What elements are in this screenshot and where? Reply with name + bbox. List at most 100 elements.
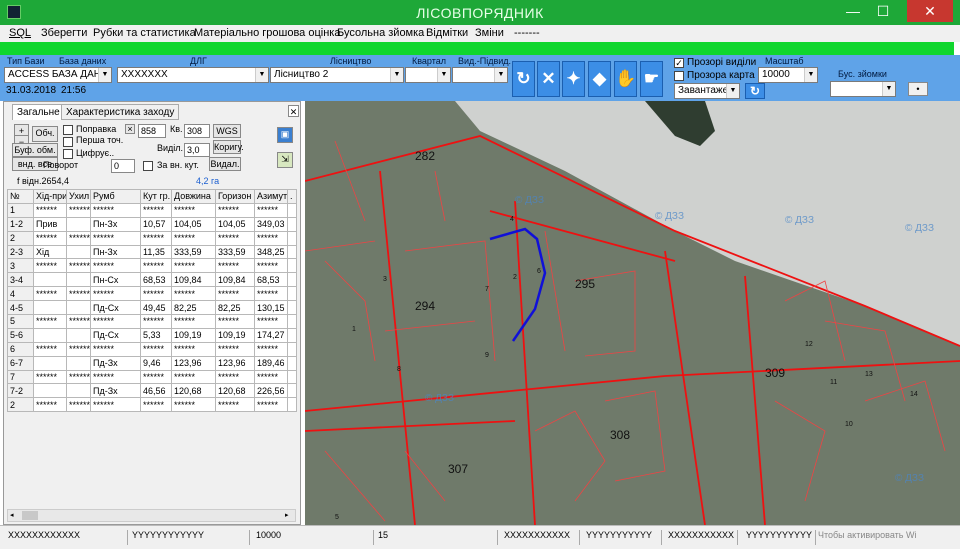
scroll-right-icon[interactable]: ▸	[285, 511, 293, 520]
dlg-select[interactable]: XXXXXXX ▼	[117, 67, 269, 83]
table-cell[interactable]	[33, 355, 67, 371]
table-cell[interactable]: 189,46	[254, 355, 288, 371]
table-cell[interactable]	[287, 314, 297, 329]
menu-marks[interactable]: Відмітки	[426, 27, 468, 39]
digitize-checkbox[interactable]	[63, 149, 73, 159]
scroll-thumb[interactable]	[22, 511, 38, 520]
table-cell[interactable]: ******	[90, 286, 141, 302]
table-cell[interactable]: 6-7	[7, 355, 34, 371]
table-cell[interactable]: 68,53	[254, 272, 288, 288]
table-cell[interactable]: ******	[254, 202, 288, 218]
table-cell[interactable]	[287, 341, 297, 357]
table-cell[interactable]: ******	[171, 314, 216, 329]
table-cell[interactable]: ******	[90, 397, 141, 413]
table-cell[interactable]: ******	[171, 341, 216, 357]
table-row[interactable]: 3-4 Пн-Сх 68,53 109,84 109,84 68,53	[7, 272, 297, 288]
table-cell[interactable]: ******	[215, 230, 255, 246]
table-cell[interactable]: Хід	[33, 244, 67, 260]
table-cell[interactable]: ******	[140, 369, 172, 385]
close-button[interactable]: ✕	[907, 0, 953, 22]
transparent-plots-checkbox[interactable]: ✓	[674, 58, 684, 68]
table-cell[interactable]: Пд-Зх	[90, 355, 141, 371]
table-cell[interactable]: 109,84	[171, 272, 216, 288]
table-cell[interactable]: 5	[7, 314, 34, 329]
menu-save[interactable]: Зберегти	[41, 27, 87, 39]
table-cell[interactable]: 46,56	[140, 383, 172, 399]
table-cell[interactable]: ******	[140, 202, 172, 218]
correction-checkbox[interactable]	[63, 125, 73, 135]
table-cell[interactable]: Пн-Зх	[90, 244, 141, 260]
table-cell[interactable]	[287, 397, 297, 413]
table-cell[interactable]: ******	[254, 314, 288, 329]
table-cell[interactable]: 1	[7, 202, 34, 218]
subplot-select[interactable]: ▼	[452, 67, 508, 83]
table-cell[interactable]: Пд-Сх	[90, 327, 141, 343]
table-cell[interactable]: 3-4	[7, 272, 34, 288]
table-cell[interactable]	[287, 355, 297, 371]
table-cell[interactable]: 109,84	[215, 272, 255, 288]
table-row[interactable]: 1 ****** ****** ****** ****** ****** ****** ***…	[7, 202, 297, 218]
table-cell[interactable]: ******	[140, 286, 172, 302]
table-cell[interactable]: 349,03	[254, 216, 288, 232]
table-cell[interactable]: ******	[215, 397, 255, 413]
table-cell[interactable]: ******	[171, 397, 216, 413]
table-cell[interactable]: ******	[66, 397, 91, 413]
table-cell[interactable]	[287, 383, 297, 399]
table-cell[interactable]	[66, 355, 91, 371]
table-cell[interactable]: 4	[7, 286, 34, 302]
table-row[interactable]: 5-6 Пд-Сх 5,33 109,19 109,19 174,27	[7, 327, 297, 343]
table-cell[interactable]: ******	[140, 258, 172, 274]
table-row[interactable]: 1-2 Прив Пн-Зх 10,57 104,05 104,05 349,03	[7, 216, 297, 232]
table-cell[interactable]: 120,68	[215, 383, 255, 399]
table-cell[interactable]: Пн-Сх	[90, 272, 141, 288]
wgs-button[interactable]: WGS	[213, 124, 241, 138]
map-canvas[interactable]: 282 294 295 307 308 309 4 2 6 7 3 1 9 8 …	[305, 101, 960, 525]
table-cell[interactable]: ******	[66, 258, 91, 274]
save-disk-icon[interactable]: ▣	[277, 127, 293, 143]
menu-valuation[interactable]: Матеріально грошова оцінка	[194, 27, 340, 39]
table-cell[interactable]: ******	[33, 397, 67, 413]
table-cell[interactable]: ******	[171, 230, 216, 246]
tab-measure-characteristics[interactable]: Характеристика заходу	[61, 104, 180, 120]
db-select[interactable]: ACCESS БАЗА ДАНИ ▼	[4, 67, 112, 83]
table-cell[interactable]: ******	[33, 341, 67, 357]
split-line-button[interactable]: ◆	[588, 61, 611, 97]
table-cell[interactable]: 104,05	[215, 216, 255, 232]
kv-input[interactable]: 308	[184, 124, 210, 138]
table-row[interactable]: 3 ****** ****** ****** ****** ****** ****** ***…	[7, 258, 297, 274]
table-cell[interactable]	[287, 216, 297, 232]
table-cell[interactable]: ******	[33, 258, 67, 274]
table-cell[interactable]: ******	[90, 202, 141, 218]
transparent-map-checkbox[interactable]	[674, 71, 684, 81]
table-scrollbar[interactable]: ◂ ▸	[7, 509, 296, 522]
table-cell[interactable]: 68,53	[140, 272, 172, 288]
table-cell[interactable]: ******	[254, 286, 288, 302]
table-cell[interactable]	[66, 327, 91, 343]
small-x-button[interactable]: ×	[125, 124, 135, 134]
table-cell[interactable]: ******	[215, 369, 255, 385]
table-row[interactable]: 6-7 Пд-Зх 9,46 123,96 123,96 189,46	[7, 355, 297, 371]
table-cell[interactable]: ******	[254, 397, 288, 413]
number-input[interactable]: 858	[138, 124, 166, 138]
table-cell[interactable]: ******	[140, 397, 172, 413]
quarter-select[interactable]: ▼	[405, 67, 451, 83]
outer-angle-checkbox[interactable]	[143, 161, 153, 171]
table-cell[interactable]: 130,15	[254, 300, 288, 316]
table-cell[interactable]: ******	[254, 258, 288, 274]
table-cell[interactable]: 1-2	[7, 216, 34, 232]
table-row[interactable]: 2 ****** ****** ****** ****** ****** ****** ***…	[7, 397, 297, 413]
table-row[interactable]: 4 ****** ****** ****** ****** ****** ****** ***…	[7, 286, 297, 302]
table-cell[interactable]: 120,68	[171, 383, 216, 399]
table-cell[interactable]	[287, 369, 297, 385]
table-row[interactable]: 7-2 Пд-Зх 46,56 120,68 120,68 226,56	[7, 383, 297, 399]
table-cell[interactable]	[66, 244, 91, 260]
buffer-button[interactable]: Буф. обм.	[12, 143, 58, 157]
table-cell[interactable]	[33, 272, 67, 288]
survey-select[interactable]: ▼	[830, 81, 896, 97]
table-cell[interactable]: 123,96	[171, 355, 216, 371]
table-cell[interactable]	[66, 300, 91, 316]
table-cell[interactable]: ******	[171, 202, 216, 218]
table-cell[interactable]: ******	[33, 202, 67, 218]
table-cell[interactable]: Прив	[33, 216, 67, 232]
tab-general[interactable]: Загальне	[12, 104, 65, 120]
